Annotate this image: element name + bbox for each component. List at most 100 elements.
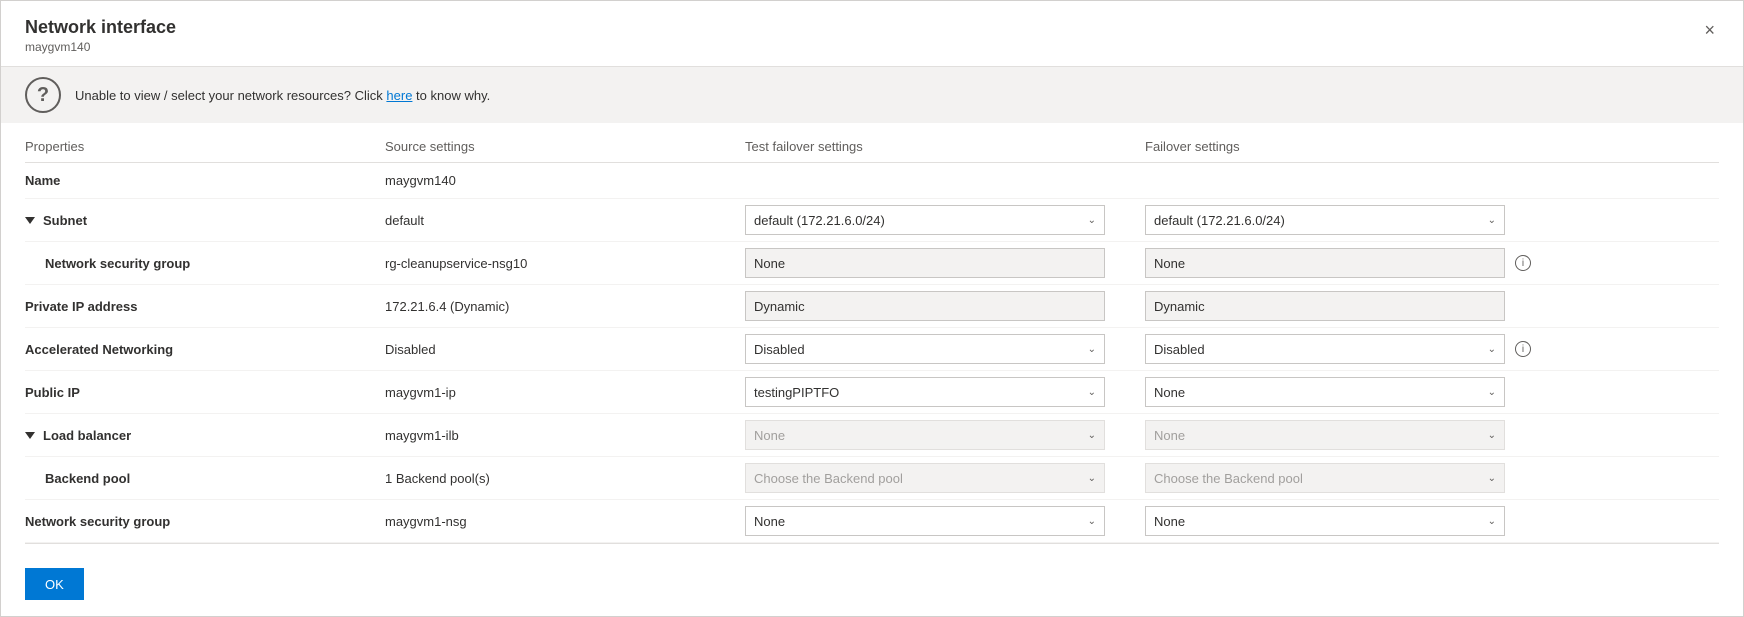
table-row: Subnet default default (172.21.6.0/24)⌄ … xyxy=(25,199,1719,242)
table-row: Network security group maygvm1-nsg None⌄… xyxy=(25,500,1719,543)
dropdown-text: None xyxy=(754,514,1084,529)
chevron-down-icon: ⌄ xyxy=(1488,344,1496,355)
source-value: maygvm140 xyxy=(385,173,456,188)
chevron-down-icon: ⌄ xyxy=(1088,473,1096,484)
chevron-down-icon: ⌄ xyxy=(1088,387,1096,398)
source-value: Disabled xyxy=(385,342,436,357)
source-cell: 1 Backend pool(s) xyxy=(385,471,745,486)
prop-label: Subnet xyxy=(43,213,87,228)
chevron-down-icon: ⌄ xyxy=(1488,215,1496,226)
dropdown-text: Disabled xyxy=(754,342,1084,357)
prop-label: Backend pool xyxy=(45,471,130,486)
source-cell: Disabled xyxy=(385,342,745,357)
source-cell: rg-cleanupservice-nsg10 xyxy=(385,256,745,271)
test-cell: Choose the Backend pool ⌄ xyxy=(745,463,1145,493)
chevron-down-icon: ⌄ xyxy=(1088,344,1096,355)
table-row: Name maygvm140 xyxy=(25,163,1719,199)
col-source: Source settings xyxy=(385,139,745,154)
test-cell: None⌄ xyxy=(745,420,1145,450)
source-value: maygvm1-ilb xyxy=(385,428,459,443)
chevron-down-icon: ⌄ xyxy=(1488,387,1496,398)
prop-label: Network security group xyxy=(25,514,170,529)
prop-label: Name xyxy=(25,173,60,188)
table-section: Properties Source settings Test failover… xyxy=(1,123,1743,543)
info-icon[interactable]: i xyxy=(1515,341,1531,357)
property-cell: Subnet xyxy=(25,213,385,228)
property-cell: Private IP address xyxy=(25,299,385,314)
info-icon[interactable]: i xyxy=(1515,255,1531,271)
source-cell: maygvm1-ip xyxy=(385,385,745,400)
input-value: None xyxy=(754,256,785,271)
input-value: None xyxy=(1154,256,1185,271)
test-cell: None⌄ xyxy=(745,506,1145,536)
dropdown-text: None xyxy=(1154,514,1484,529)
test-dropdown[interactable]: default (172.21.6.0/24)⌄ xyxy=(745,205,1105,235)
dialog-header: Network interface maygvm140 × xyxy=(1,1,1743,67)
prop-label: Accelerated Networking xyxy=(25,342,173,357)
test-dropdown-disabled: None⌄ xyxy=(745,420,1105,450)
property-cell: Accelerated Networking xyxy=(25,342,385,357)
failover-dropdown-disabled: Choose the Backend pool ⌄ xyxy=(1145,463,1505,493)
failover-dropdown[interactable]: None ⌄ xyxy=(1145,377,1505,407)
title-block: Network interface maygvm140 xyxy=(25,17,176,54)
failover-cell: Dynamic xyxy=(1145,291,1545,321)
close-button[interactable]: × xyxy=(1700,17,1719,43)
dropdown-text: None xyxy=(754,428,1084,443)
table-row: Public IP maygvm1-ip testingPIPTFO ⌄ None… xyxy=(25,371,1719,414)
test-cell: Disabled ⌄ xyxy=(745,334,1145,364)
dropdown-text: testingPIPTFO xyxy=(754,385,1084,400)
question-icon: ? xyxy=(25,77,61,113)
prop-label: Private IP address xyxy=(25,299,138,314)
source-value: 172.21.6.4 (Dynamic) xyxy=(385,299,509,314)
failover-dropdown[interactable]: Disabled ⌄ xyxy=(1145,334,1505,364)
property-cell: Network security group xyxy=(25,514,385,529)
source-value: rg-cleanupservice-nsg10 xyxy=(385,256,527,271)
dropdown-text: default (172.21.6.0/24) xyxy=(754,213,1084,228)
failover-cell: Disabled ⌄ i xyxy=(1145,334,1545,364)
test-dropdown[interactable]: Disabled ⌄ xyxy=(745,334,1105,364)
test-cell: Dynamic xyxy=(745,291,1145,321)
failover-cell: Choose the Backend pool ⌄ xyxy=(1145,463,1545,493)
test-dropdown[interactable]: testingPIPTFO ⌄ xyxy=(745,377,1105,407)
ok-button[interactable]: OK xyxy=(25,568,84,600)
banner-text-after: to know why. xyxy=(412,88,490,103)
dropdown-text: Choose the Backend pool xyxy=(754,471,1084,486)
banner-text: Unable to view / select your network res… xyxy=(75,88,490,103)
dropdown-text: default (172.21.6.0/24) xyxy=(1154,213,1484,228)
banner-link[interactable]: here xyxy=(386,88,412,103)
dropdown-text: None xyxy=(1154,385,1484,400)
test-dropdown-disabled: Choose the Backend pool ⌄ xyxy=(745,463,1105,493)
info-banner: ? Unable to view / select your network r… xyxy=(1,67,1743,123)
triangle-down-icon xyxy=(25,217,35,224)
table-header: Properties Source settings Test failover… xyxy=(25,139,1719,163)
source-value: default xyxy=(385,213,424,228)
input-value: Dynamic xyxy=(1154,299,1205,314)
col-test-failover: Test failover settings xyxy=(745,139,1145,154)
dropdown-text: Disabled xyxy=(1154,342,1484,357)
dialog-subtitle: maygvm140 xyxy=(25,40,176,54)
test-input: Dynamic xyxy=(745,291,1105,321)
triangle-down-icon xyxy=(25,432,35,439)
footer: OK xyxy=(1,552,1743,616)
test-dropdown[interactable]: None⌄ xyxy=(745,506,1105,536)
table-row: Network security group rg-cleanupservice… xyxy=(25,242,1719,285)
test-cell: None xyxy=(745,248,1145,278)
table-row: Backend pool 1 Backend pool(s) Choose th… xyxy=(25,457,1719,500)
separator xyxy=(25,543,1719,544)
property-cell: Load balancer xyxy=(25,428,385,443)
failover-input-disabled: None xyxy=(1145,248,1505,278)
banner-text-before: Unable to view / select your network res… xyxy=(75,88,386,103)
failover-dropdown[interactable]: None⌄ xyxy=(1145,506,1505,536)
test-cell: default (172.21.6.0/24)⌄ xyxy=(745,205,1145,235)
test-cell: testingPIPTFO ⌄ xyxy=(745,377,1145,407)
network-interface-dialog: Network interface maygvm140 × ? Unable t… xyxy=(0,0,1744,617)
chevron-down-icon: ⌄ xyxy=(1488,473,1496,484)
dropdown-text: Choose the Backend pool xyxy=(1154,471,1484,486)
prop-label: Public IP xyxy=(25,385,80,400)
source-cell: default xyxy=(385,213,745,228)
property-cell: Public IP xyxy=(25,385,385,400)
property-cell: Backend pool xyxy=(25,471,385,486)
failover-dropdown[interactable]: default (172.21.6.0/24) ⌄ xyxy=(1145,205,1505,235)
property-cell: Name xyxy=(25,173,385,188)
failover-input: Dynamic xyxy=(1145,291,1505,321)
